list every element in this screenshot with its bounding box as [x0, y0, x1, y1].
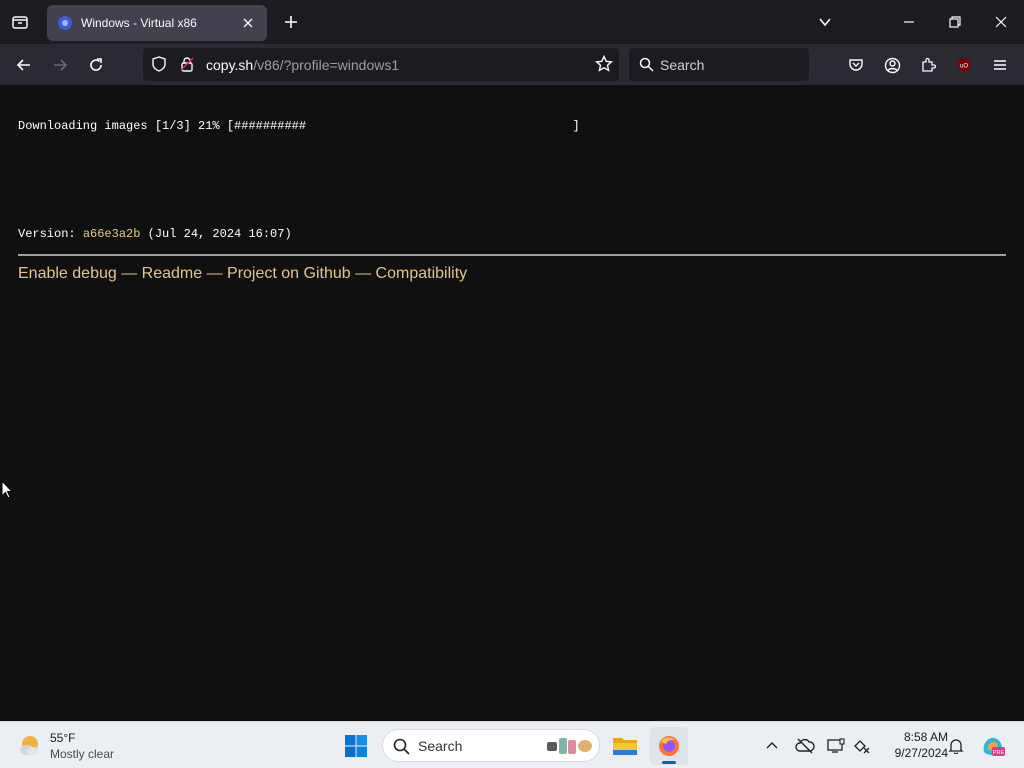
start-button[interactable] [341, 731, 371, 761]
navigation-toolbar: copy.sh/v86/?profile=windows1 Search uO [0, 44, 1024, 85]
clock-date: 9/27/2024 [894, 746, 948, 760]
pocket-button[interactable] [841, 50, 871, 80]
search-icon [393, 738, 410, 755]
weather-condition: Mostly clear [50, 747, 115, 761]
windows-taskbar: 55°F Mostly clear Search 8:58 AM 9/27/20… [0, 721, 1024, 768]
star-icon[interactable] [595, 55, 613, 73]
copilot-button[interactable]: PRE [979, 734, 1007, 758]
screen: Windows - Virtual x86 copy.sh/v86/?profi… [0, 0, 1024, 768]
active-app-indicator [662, 761, 676, 764]
taskbar-search-box[interactable]: Search [382, 729, 600, 762]
close-icon [243, 18, 253, 28]
search-bar[interactable]: Search [629, 48, 809, 81]
forward-button[interactable] [45, 50, 75, 80]
display-tray[interactable] [824, 734, 848, 758]
reload-icon [90, 58, 102, 71]
bell-icon [948, 739, 964, 754]
taskbar-clock[interactable]: 8:58 AM 9/27/2024 [878, 729, 948, 761]
shield-icon[interactable] [151, 56, 167, 72]
show-hidden-icons-button[interactable] [760, 734, 784, 758]
restore-button[interactable] [932, 0, 978, 44]
weather-temperature: 55°F [50, 731, 76, 745]
taskbar-search-placeholder: Search [418, 738, 463, 754]
back-icon [16, 59, 30, 71]
reload-button[interactable] [81, 50, 111, 80]
url-domain: copy.sh [206, 57, 254, 73]
forward-icon [54, 59, 68, 71]
enable-debug-link[interactable]: Enable debug [18, 265, 117, 282]
back-button[interactable] [9, 50, 39, 80]
lock-icon[interactable] [179, 56, 195, 72]
list-all-tabs-button[interactable] [812, 9, 838, 35]
ublock-button[interactable]: uO [949, 50, 979, 80]
windows-start-icon [345, 735, 367, 757]
extensions-icon [922, 57, 936, 72]
pocket-icon [849, 59, 863, 71]
extensions-button[interactable] [913, 50, 943, 80]
account-icon [884, 57, 900, 73]
mouse-cursor-icon [1, 480, 13, 499]
ublock-icon: uO [958, 58, 970, 72]
url-text: copy.sh/v86/?profile=windows1 [206, 57, 399, 73]
new-tab-button[interactable] [278, 9, 304, 35]
taskbar-file-explorer[interactable] [606, 727, 644, 765]
app-menu-button[interactable] [985, 50, 1015, 80]
firefox-icon [659, 736, 679, 756]
close-icon [995, 16, 1007, 28]
close-window-button[interactable] [978, 0, 1024, 44]
copilot-icon: PRE [983, 737, 1005, 756]
github-link[interactable]: Project on Github [227, 265, 351, 282]
tab-close-button[interactable] [239, 14, 257, 32]
menu-icon [994, 60, 1006, 70]
download-progress-text: Downloading images [1/3] 21% [##########… [18, 119, 580, 133]
browser-tab-strip: Windows - Virtual x86 [0, 0, 1024, 44]
favicon-icon [58, 16, 72, 30]
link-separator: — [202, 265, 228, 282]
tab-list-icon [12, 16, 28, 29]
minimize-button[interactable] [886, 0, 932, 44]
address-bar[interactable]: copy.sh/v86/?profile=windows1 [143, 48, 619, 81]
network-tray[interactable] [850, 734, 874, 758]
display-icon [827, 738, 845, 753]
chevron-up-icon [766, 742, 778, 749]
file-explorer-icon [613, 738, 637, 755]
chevron-down-icon [819, 18, 831, 27]
taskbar-firefox[interactable] [650, 727, 688, 765]
version-date: (Jul 24, 2024 16:07) [140, 227, 292, 241]
cloud-offline-icon [795, 738, 815, 754]
page-content: Downloading images [1/3] 21% [##########… [0, 85, 1024, 721]
svg-text:uO: uO [960, 64, 968, 70]
version-hash-link[interactable]: a66e3a2b [83, 227, 141, 241]
tab-title: Windows - Virtual x86 [81, 16, 197, 30]
notifications-button[interactable] [944, 734, 968, 758]
minimize-icon [904, 21, 914, 23]
url-path: /v86/?profile=windows1 [253, 57, 400, 73]
readme-link[interactable]: Readme [142, 265, 202, 282]
tab-active[interactable]: Windows - Virtual x86 [47, 5, 267, 41]
compatibility-link[interactable]: Compatibility [376, 265, 468, 282]
search-highlight-illustration-icon [547, 738, 592, 754]
plus-icon [285, 16, 297, 28]
weather-moon-cloud-icon [20, 736, 39, 755]
onedrive-tray[interactable] [793, 734, 817, 758]
footer-links: Enable debug — Readme — Project on Githu… [18, 265, 467, 283]
version-label: Version: [18, 227, 83, 241]
version-line: Version: a66e3a2b (Jul 24, 2024 16:07) [18, 227, 292, 241]
search-placeholder: Search [660, 57, 705, 73]
tab-list-button[interactable] [6, 8, 34, 36]
network-icon [854, 740, 870, 754]
account-button[interactable] [877, 50, 907, 80]
restore-icon [949, 16, 961, 28]
link-separator: — [350, 265, 376, 282]
svg-text:PRE: PRE [993, 750, 1005, 756]
weather-widget[interactable]: 55°F Mostly clear [14, 728, 134, 764]
horizontal-rule [18, 254, 1006, 256]
search-icon [639, 57, 654, 72]
link-separator: — [116, 265, 142, 282]
clock-time: 8:58 AM [903, 730, 948, 744]
